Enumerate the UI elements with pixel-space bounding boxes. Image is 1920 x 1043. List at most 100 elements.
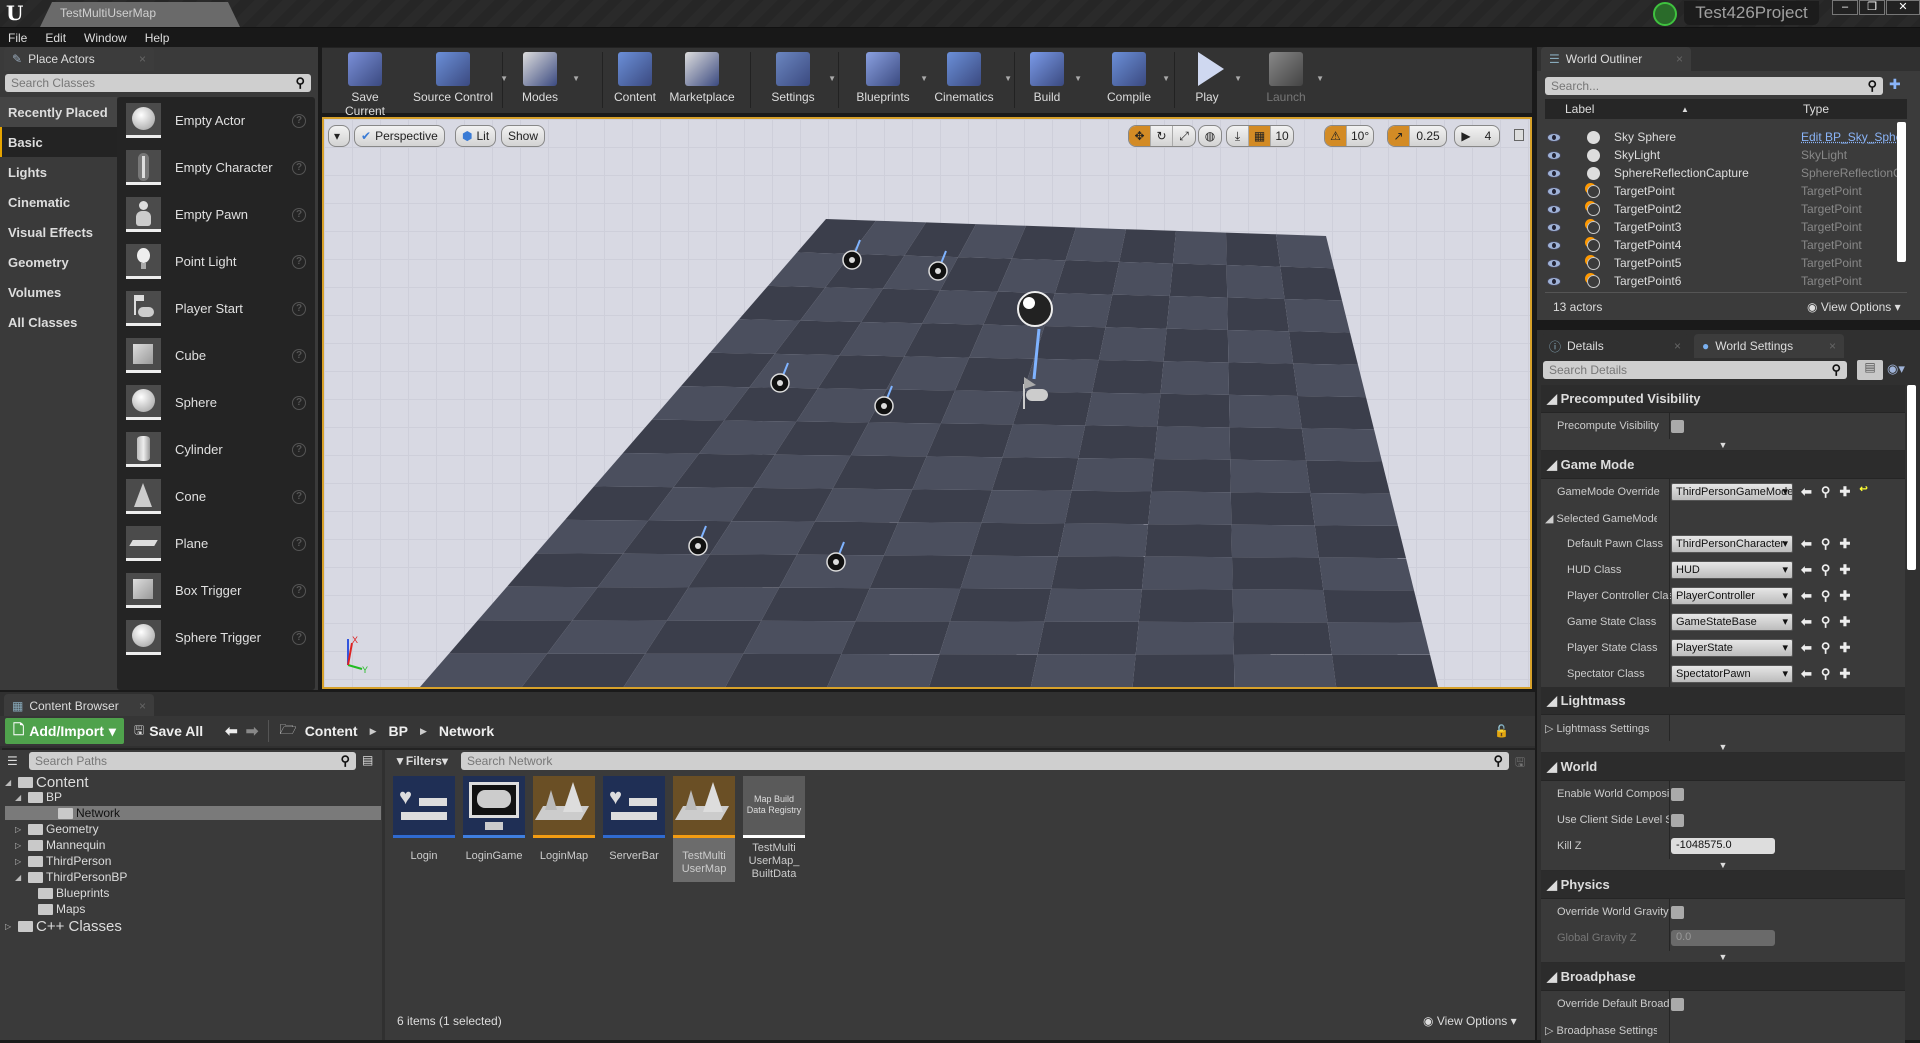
add-icon[interactable]: ✚ <box>1839 588 1850 604</box>
breadcrumb-content[interactable]: Content <box>305 723 358 739</box>
help-icon[interactable]: ? <box>292 630 306 645</box>
dropdown-arrow-icon[interactable]: ▼ <box>1316 74 1324 83</box>
path-view-options-icon[interactable]: ▤ <box>362 753 373 767</box>
cinematics-button[interactable]: Cinematics ▼ <box>928 52 1012 110</box>
dropdown-arrow-icon[interactable]: ▼ <box>572 74 580 83</box>
visibility-eye-icon[interactable] <box>1547 258 1561 268</box>
override-broadphase-checkbox[interactable] <box>1671 997 1684 1011</box>
visibility-eye-icon[interactable] <box>1547 150 1561 160</box>
actor-item[interactable]: Sphere? <box>117 379 315 426</box>
coordinate-system-button[interactable]: ◍ <box>1198 125 1222 147</box>
advanced-expander[interactable]: ▼ <box>1541 859 1905 871</box>
outliner-search-input[interactable]: Search... ⚲ <box>1545 77 1883 95</box>
folder-tree-item[interactable]: ▷ Geometry <box>15 822 99 836</box>
menu-window[interactable]: Window <box>84 31 127 45</box>
folder-tree-item[interactable]: ◢ ThirdPersonBP <box>15 870 127 884</box>
grid-snap-value[interactable]: 10 <box>1271 126 1293 146</box>
reset-to-default-icon[interactable]: ↩ <box>1859 484 1867 500</box>
precompute-visibility-checkbox[interactable] <box>1671 419 1684 433</box>
folder-tree-item[interactable]: Maps <box>25 902 85 916</box>
tab-place-actors[interactable]: ✎ Place Actors × <box>4 47 154 71</box>
outliner-row[interactable]: Sky Sphere Edit BP_Sky_Sphere <box>1537 128 1907 146</box>
category-visual-effects[interactable]: Visual Effects <box>0 217 117 247</box>
outliner-row[interactable]: TargetPoint4 TargetPoint <box>1537 236 1907 254</box>
minimize-button[interactable]: – <box>1832 0 1858 15</box>
help-icon[interactable]: ? <box>292 395 306 410</box>
section-precomputed-visibility[interactable]: ◢ Precomputed Visibility <box>1541 385 1905 413</box>
blueprints-button[interactable]: Blueprints ▼ <box>850 52 928 110</box>
close-tab-icon[interactable]: × <box>139 699 146 713</box>
dropdown-arrow-icon[interactable]: ▼ <box>1162 74 1170 83</box>
use-selected-icon[interactable]: ⬅ <box>1801 484 1812 500</box>
source-control-status-icon[interactable] <box>1653 2 1677 26</box>
actor-item[interactable]: Player Start? <box>117 285 315 332</box>
edit-blueprint-link[interactable]: Edit BP_Sky_Sphere <box>1801 130 1901 144</box>
rotation-snap-icon[interactable]: ⚠ <box>1325 126 1347 146</box>
asset-tile[interactable]: ♥ ServerBar <box>603 776 665 882</box>
gamemode-override-dropdown[interactable]: ThirdPersonGameMode <box>1671 483 1793 501</box>
help-icon[interactable]: ? <box>292 160 306 175</box>
use-selected-icon[interactable]: ⬅ <box>1801 640 1812 656</box>
level-viewport[interactable]: ▾ ✔ Perspective ⬢ Lit Show ✥ ↻ ⤢ ◍ ⤓ ▦ 1… <box>322 117 1532 689</box>
dropdown-arrow-icon[interactable]: ▼ <box>1074 74 1082 83</box>
add-icon[interactable]: ✚ <box>1839 614 1850 630</box>
dropdown-arrow-icon[interactable]: ▼ <box>1004 74 1012 83</box>
dropdown-arrow-icon[interactable]: ▼ <box>500 74 508 83</box>
visibility-eye-icon[interactable] <box>1547 132 1561 142</box>
client-side-level-checkbox[interactable] <box>1671 813 1684 827</box>
column-type[interactable]: Type <box>1803 102 1829 116</box>
close-tab-icon[interactable]: × <box>139 52 146 66</box>
broadphase-settings-row[interactable]: ▷ Broadphase Settings <box>1541 1017 1905 1043</box>
use-selected-icon[interactable]: ⬅ <box>1801 614 1812 630</box>
actor-item[interactable]: Plane? <box>117 520 315 567</box>
menu-edit[interactable]: Edit <box>45 31 66 45</box>
breadcrumb-bp[interactable]: BP <box>389 723 408 739</box>
use-selected-icon[interactable]: ⬅ <box>1801 536 1812 552</box>
class-dropdown[interactable]: HUD <box>1671 561 1793 579</box>
folder-tree-item[interactable]: Blueprints <box>25 886 109 900</box>
save-current-button[interactable]: Save Current <box>330 52 400 118</box>
outliner-row[interactable]: TargetPoint2 TargetPoint <box>1537 200 1907 218</box>
use-selected-icon[interactable]: ⬅ <box>1801 588 1812 604</box>
section-game-mode[interactable]: ◢ Game Mode <box>1541 451 1905 479</box>
browse-icon[interactable]: ⚲ <box>1821 614 1831 630</box>
category-cinematic[interactable]: Cinematic <box>0 187 117 217</box>
breadcrumb-network[interactable]: Network <box>439 723 494 739</box>
play-button[interactable]: Play ▼ <box>1184 52 1242 110</box>
selected-gamemode-row[interactable]: ◢ Selected GameMode <box>1541 505 1905 531</box>
tab-world-outliner[interactable]: ☰ World Outliner × <box>1541 47 1691 71</box>
add-import-button[interactable]: 🗋 Add/Import ▾ <box>5 718 124 744</box>
content-button[interactable]: Content <box>610 52 660 110</box>
section-world[interactable]: ◢ World <box>1541 753 1905 781</box>
close-tab-icon[interactable]: × <box>1676 52 1683 66</box>
folder-tree-item[interactable]: ▷ C++ Classes <box>5 918 122 935</box>
close-tab-icon[interactable]: × <box>1829 339 1836 353</box>
search-paths-input[interactable]: Search Paths ⚲ <box>29 752 356 770</box>
world-composition-checkbox[interactable] <box>1671 787 1684 801</box>
add-icon[interactable]: ✚ <box>1839 666 1850 682</box>
actor-item[interactable]: Sphere Trigger? <box>117 614 315 661</box>
launch-button[interactable]: Launch ▼ <box>1260 52 1324 110</box>
scale-snap-icon[interactable]: ↗ <box>1388 126 1410 146</box>
property-matrix-button[interactable]: ▤ <box>1857 360 1883 380</box>
visibility-eye-icon[interactable] <box>1547 240 1561 250</box>
add-icon[interactable]: ✚ <box>1839 562 1850 578</box>
help-icon[interactable]: ? <box>292 301 306 316</box>
add-icon[interactable]: ✚ <box>1839 484 1850 500</box>
category-geometry[interactable]: Geometry <box>0 247 117 277</box>
category-recently-placed[interactable]: Recently Placed <box>0 97 117 127</box>
visibility-eye-icon[interactable] <box>1547 204 1561 214</box>
collapsed-arrow-icon[interactable]: ▷ <box>15 825 25 834</box>
browse-icon[interactable]: ⚲ <box>1821 666 1831 682</box>
visibility-eye-icon[interactable] <box>1547 276 1561 286</box>
lightmass-settings-row[interactable]: ▷ Lightmass Settings <box>1541 715 1905 741</box>
scale-mode-icon[interactable]: ⤢ <box>1173 126 1195 146</box>
scale-snap-value[interactable]: 0.25 <box>1410 126 1446 146</box>
outliner-row[interactable]: TargetPoint6 TargetPoint <box>1537 272 1907 290</box>
help-icon[interactable]: ? <box>292 113 306 128</box>
browse-icon[interactable]: ⚲ <box>1821 640 1831 656</box>
outliner-row[interactable]: TargetPoint5 TargetPoint <box>1537 254 1907 272</box>
actor-item[interactable]: Cone? <box>117 473 315 520</box>
expanded-arrow-icon[interactable]: ◢ <box>15 793 25 802</box>
section-physics[interactable]: ◢ Physics <box>1541 871 1905 899</box>
